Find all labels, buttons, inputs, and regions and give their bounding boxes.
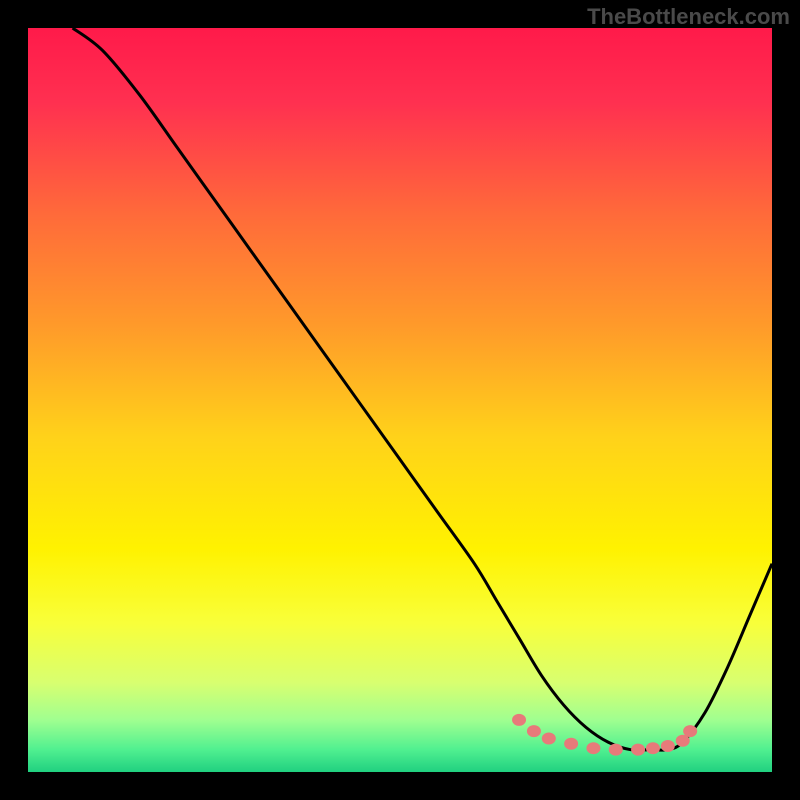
marker-dot: [631, 744, 645, 756]
curve-layer: [28, 28, 772, 772]
marker-dot: [609, 744, 623, 756]
marker-dot: [683, 725, 697, 737]
marker-dot: [586, 742, 600, 754]
plot-area: [28, 28, 772, 772]
marker-dot: [542, 733, 556, 745]
watermark-text: TheBottleneck.com: [587, 4, 790, 30]
marker-dot: [564, 738, 578, 750]
marker-dot: [646, 742, 660, 754]
marker-dot: [661, 740, 675, 752]
bottleneck-curve: [73, 28, 772, 750]
marker-dot: [512, 714, 526, 726]
optimal-markers: [512, 714, 697, 756]
chart-container: TheBottleneck.com: [0, 0, 800, 800]
marker-dot: [527, 725, 541, 737]
